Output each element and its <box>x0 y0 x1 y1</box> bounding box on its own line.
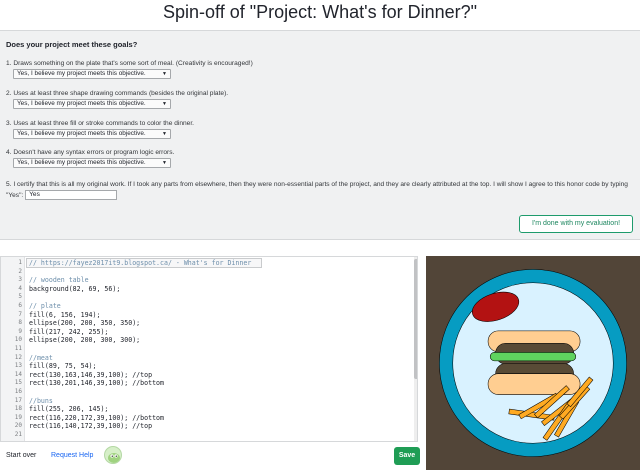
code-line[interactable]: // wooden table <box>29 276 89 284</box>
line-number: 14 <box>14 370 22 378</box>
page-title: Spin-off of "Project: What's for Dinner?… <box>162 2 477 22</box>
code-line[interactable]: //meat <box>29 354 53 362</box>
output-canvas <box>426 256 640 470</box>
done-evaluation-button[interactable]: I'm done with my evaluation! <box>519 215 633 233</box>
line-number: 12 <box>14 353 22 361</box>
line-number: 9 <box>18 327 22 335</box>
line-number: 15 <box>14 379 22 387</box>
code-line[interactable]: rect(116,140,172,39,100); //top <box>29 422 152 430</box>
code-editor[interactable]: 1 2 3 4 5 6 7 8 9 10 11 12 13 14 15 16 17 18 19 20 21 // htt… <box>0 256 418 442</box>
code-line[interactable]: fill(255, 206, 145); <box>29 405 108 413</box>
code-line[interactable]: rect(130,201,146,39,100); //bottom <box>29 379 164 387</box>
goal-3-select-value: Yes, I believe my project meets this obj… <box>17 130 146 137</box>
goal-1-select[interactable]: Yes, I believe my project meets this obj… <box>13 69 171 79</box>
green-blob-avatar-icon[interactable] <box>104 446 122 464</box>
line-number: 4 <box>18 284 22 292</box>
line-number: 10 <box>14 336 22 344</box>
line-number: 21 <box>14 431 22 438</box>
code-line[interactable]: rect(130,163,146,39,100); //top <box>29 371 152 379</box>
goal-2-text: 2. Uses at least three shape drawing com… <box>6 90 229 97</box>
line-number: 6 <box>18 302 22 309</box>
code-line[interactable]: ellipse(200, 200, 300, 300); <box>29 336 140 344</box>
request-help-link[interactable]: Request Help <box>51 452 93 459</box>
editor-scrollbar[interactable] <box>414 257 417 441</box>
goal-1-select-value: Yes, I believe my project meets this obj… <box>17 70 146 77</box>
goal-3-text: 3. Uses at least three fill or stroke co… <box>6 120 195 127</box>
line-number: 3 <box>18 276 22 284</box>
code-line[interactable]: ellipse(200, 200, 350, 350); <box>29 319 140 327</box>
code-line[interactable]: fill(217, 242, 255); <box>29 328 108 336</box>
caret-down-icon: ▼ <box>162 101 167 107</box>
code-line[interactable]: // plate <box>29 302 61 310</box>
caret-down-icon: ▼ <box>162 131 167 137</box>
line-number: 1 <box>18 259 22 266</box>
line-number: 19 <box>14 413 22 421</box>
line-number: 13 <box>14 362 22 370</box>
line-number: 8 <box>18 319 22 327</box>
line-number: 5 <box>18 293 22 301</box>
editor-scroll-thumb[interactable] <box>414 259 417 379</box>
goal-2: 2. Uses at least three shape drawing com… <box>6 89 228 109</box>
evaluation-heading: Does your project meet these goals? <box>6 40 138 49</box>
line-number-gutter: 1 2 3 4 5 6 7 8 9 10 11 12 13 14 15 16 17 18 19 20 21 <box>1 257 25 441</box>
start-over-link[interactable]: Start over <box>6 452 36 459</box>
goal-4-select[interactable]: Yes, I believe my project meets this obj… <box>13 158 171 168</box>
caret-down-icon: ▼ <box>162 160 167 166</box>
code-line[interactable]: rect(116,220,172,39,100); //bottom <box>29 414 164 422</box>
goal-3: 3. Uses at least three fill or stroke co… <box>6 119 194 139</box>
line-number: 7 <box>18 310 22 318</box>
code-line[interactable]: // https://fayez2017it9.blogspot.ca/ - W… <box>29 259 251 267</box>
output-canvas-drawing <box>426 256 640 470</box>
line-number: 16 <box>14 388 22 395</box>
code-line[interactable]: background(82, 69, 56); <box>29 285 120 293</box>
line-number: 11 <box>14 345 22 352</box>
caret-down-icon: ▼ <box>162 71 167 77</box>
honor-code-input[interactable]: Yes <box>25 190 118 200</box>
save-button[interactable]: Save <box>394 447 420 465</box>
code-line[interactable]: //buns <box>29 397 53 405</box>
code-line[interactable]: fill(6, 156, 194); <box>29 311 100 319</box>
code-line[interactable]: fill(89, 75, 54); <box>29 362 97 370</box>
goal-2-select-value: Yes, I believe my project meets this obj… <box>17 100 146 107</box>
goal-2-select[interactable]: Yes, I believe my project meets this obj… <box>13 99 171 109</box>
editor-footer: Start over Request Help Save <box>0 443 420 470</box>
goal-4: 4. Doesn't have any syntax errors or pro… <box>6 148 174 168</box>
goal-4-select-value: Yes, I believe my project meets this obj… <box>17 159 146 166</box>
line-number: 2 <box>18 267 22 275</box>
lettuce <box>489 352 577 362</box>
honor-code: 5. I certify that this is all my origina… <box>6 180 636 201</box>
goal-3-select[interactable]: Yes, I believe my project meets this obj… <box>13 129 171 139</box>
line-number: 17 <box>14 396 22 404</box>
goal-1: 1. Draws something on the plate that's s… <box>6 59 253 79</box>
goal-4-text: 4. Doesn't have any syntax errors or pro… <box>6 149 175 156</box>
line-number: 20 <box>14 422 22 430</box>
line-number: 18 <box>14 405 22 413</box>
goal-1-text: 1. Draws something on the plate that's s… <box>6 60 253 67</box>
evaluation-panel: Does your project meet these goals? 1. D… <box>0 30 640 240</box>
